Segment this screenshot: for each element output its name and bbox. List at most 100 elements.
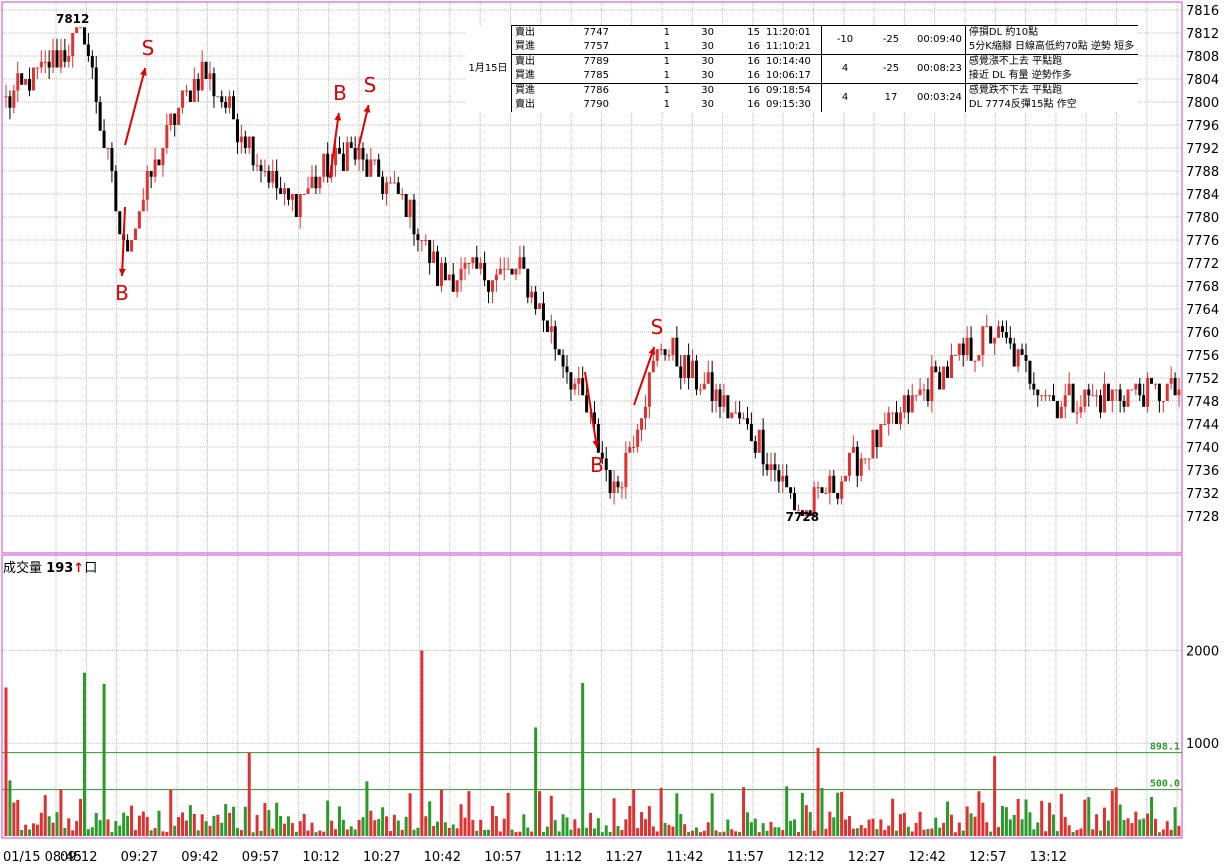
candle — [408, 199, 412, 229]
candle-body — [781, 475, 785, 482]
volume-bar — [443, 822, 447, 836]
candle — [914, 395, 918, 401]
volume-bar — [224, 804, 228, 836]
candle-body — [538, 303, 542, 309]
candle-body — [863, 458, 867, 460]
volume-bar — [1048, 802, 1052, 836]
candle — [887, 406, 891, 436]
candle-body — [922, 389, 926, 391]
volume-bar — [714, 830, 718, 836]
volume-bar — [718, 832, 722, 836]
candle-body — [267, 171, 271, 183]
candle-body — [365, 159, 369, 177]
candle-body — [514, 268, 518, 275]
candle — [243, 130, 247, 154]
volume-bar — [212, 815, 216, 836]
candle — [118, 211, 122, 235]
candle — [318, 176, 322, 194]
candle-body — [785, 475, 789, 488]
candle — [1048, 395, 1052, 401]
candle-body — [1091, 395, 1095, 397]
volume-bar — [137, 815, 141, 836]
volume-bar — [267, 810, 271, 836]
candle — [1016, 349, 1020, 373]
candle — [145, 165, 149, 212]
candle-body — [718, 389, 722, 407]
volume-bar — [946, 801, 950, 836]
candle — [294, 194, 298, 217]
candle — [1142, 383, 1146, 407]
candle-body — [24, 79, 28, 85]
candle-body — [1028, 360, 1032, 384]
trade-qty: 1 — [612, 54, 673, 69]
volume-bar — [1177, 825, 1181, 836]
candle-body — [169, 113, 173, 125]
candle — [1000, 320, 1004, 338]
candle — [997, 320, 1001, 338]
candle-body — [694, 360, 698, 390]
volume-bar — [997, 827, 1001, 836]
candle — [90, 50, 94, 79]
volume-bar — [1095, 814, 1099, 836]
up-arrow-icon: ↑ — [73, 561, 85, 576]
volume-bar — [216, 814, 220, 836]
trade-fee: 15 — [717, 25, 763, 40]
candle-body — [1138, 383, 1142, 396]
candle-body — [263, 171, 267, 172]
volume-bar — [361, 817, 365, 836]
volume-bar — [561, 814, 565, 836]
candle-body — [608, 470, 612, 493]
candle — [1051, 383, 1055, 401]
candle-body — [906, 395, 910, 413]
candle — [1012, 337, 1016, 367]
candle — [377, 153, 381, 177]
candle — [875, 429, 879, 459]
trade-qty: 1 — [663, 99, 670, 110]
volume-bar — [1165, 821, 1169, 836]
price-tick-label: 7780 — [1186, 211, 1219, 226]
price-tick-label: 7804 — [1186, 73, 1219, 88]
candle-body — [957, 343, 961, 355]
candle — [71, 33, 75, 68]
trade-fee: 16 — [717, 54, 763, 69]
volume-bar — [31, 823, 35, 836]
volume-bar — [875, 829, 879, 836]
volume-bar — [126, 815, 130, 836]
volume-bar — [369, 810, 373, 836]
candle-body — [298, 194, 302, 217]
volume-bar — [400, 829, 404, 836]
volume-bar — [793, 819, 797, 836]
candle-body — [47, 61, 51, 68]
candle-body — [71, 33, 75, 56]
volume-bar — [918, 811, 922, 836]
volume-current-value: 193 — [46, 561, 74, 576]
candle — [891, 412, 895, 424]
candle-body — [820, 487, 824, 493]
candle — [471, 257, 475, 269]
volume-bar — [620, 830, 624, 836]
signal-label: S — [142, 36, 155, 60]
volume-bar — [887, 825, 891, 836]
volume-bar — [600, 832, 604, 836]
volume-bar — [828, 811, 832, 836]
candle-body — [326, 153, 330, 177]
candle-body — [102, 130, 106, 148]
volume-bar — [663, 822, 667, 836]
candle — [1095, 389, 1099, 407]
candle — [969, 326, 973, 361]
candle — [1173, 372, 1177, 396]
volume-bar — [1059, 793, 1063, 836]
volume-bar — [938, 827, 942, 836]
candle — [1177, 378, 1181, 407]
candle-body — [1083, 389, 1087, 407]
volume-bar — [82, 672, 86, 836]
candle — [141, 188, 145, 212]
trade-point-value: 30 — [673, 25, 717, 40]
candle-body — [200, 61, 204, 91]
volume-bar — [1091, 829, 1095, 836]
candle — [663, 349, 667, 361]
volume-bar — [898, 814, 902, 836]
volume-bar — [169, 789, 173, 836]
candle — [871, 429, 875, 459]
candle-body — [616, 481, 620, 488]
